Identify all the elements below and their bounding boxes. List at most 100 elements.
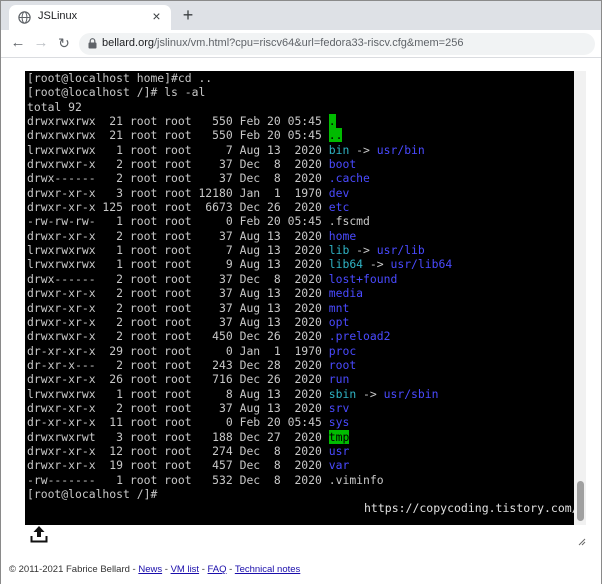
back-arrow-icon[interactable]: ← bbox=[9, 34, 27, 52]
terminal-text-segment: drwxr-xr-x 3 root root 12180 Jan 1 1970 bbox=[27, 185, 329, 200]
terminal-text-segment: -> bbox=[349, 243, 377, 258]
terminal-line: drwxrwxrwt 3 root root 188 Dec 27 2020 t… bbox=[27, 429, 452, 444]
terminal-line: dr-xr-xr-x 11 root root 0 Feb 20 05:45 s… bbox=[27, 415, 452, 429]
terminal-line: dr-xr-x--- 2 root root 243 Dec 28 2020 r… bbox=[27, 358, 452, 372]
terminal-text-segment: sys bbox=[328, 415, 350, 430]
terminal-text-segment: drwxrwxrwx 21 root root 550 Feb 20 05:45 bbox=[27, 114, 329, 129]
terminal-text-segment: lost+found bbox=[328, 271, 398, 286]
terminal-scrollbar[interactable] bbox=[574, 71, 586, 525]
terminal-text-segment: drwxrwxr-x 2 root root 450 Dec 26 2020 bbox=[27, 329, 329, 344]
page-content: [root@localhost home]#cd .. [root@localho… bbox=[1, 59, 601, 584]
terminal-text-segment: drwxr-xr-x 2 root root 37 Aug 13 2020 bbox=[27, 286, 329, 301]
terminal-text-segment: [root@localhost home]#cd .. bbox=[27, 71, 213, 85]
terminal-text-segment: mnt bbox=[328, 300, 350, 315]
terminal-line: -rw------- 1 root root 532 Dec 8 2020 .v… bbox=[27, 473, 452, 487]
terminal-line: lrwxrwxrwx 1 root root 7 Aug 13 2020 bin… bbox=[27, 143, 452, 157]
terminal-text-segment: drwx------ 2 root root 37 Dec 8 2020 bbox=[27, 171, 329, 186]
faq-link[interactable]: FAQ bbox=[208, 564, 227, 575]
upload-icon[interactable] bbox=[30, 525, 48, 543]
terminal-text-segment: .cache bbox=[328, 171, 370, 186]
watermark-text: https://copycoding.tistory.com/ bbox=[364, 501, 579, 515]
terminal-text-segment: usr/bin bbox=[376, 142, 425, 157]
news-link[interactable]: News bbox=[138, 564, 162, 575]
terminal-text-segment: dr-xr-x--- 2 root root 243 Dec 28 2020 bbox=[27, 357, 329, 372]
terminal-line: lrwxrwxrwx 1 root root 8 Aug 13 2020 sbi… bbox=[27, 387, 452, 401]
terminal-line: lrwxrwxrwx 1 root root 7 Aug 13 2020 lib… bbox=[27, 243, 452, 257]
terminal-text-segment: dev bbox=[328, 185, 350, 200]
page-footer: © 2011-2021 Fabrice Bellard - News - VM … bbox=[9, 564, 300, 575]
close-icon[interactable]: × bbox=[149, 9, 164, 24]
terminal-text-segment: tmp bbox=[328, 429, 350, 444]
terminal-text-segment: etc bbox=[328, 200, 350, 215]
terminal-text-segment: -rw-rw-rw- 1 root root 0 Feb 20 05:45 .f… bbox=[27, 214, 370, 229]
footer-separator: - bbox=[226, 564, 235, 575]
terminal-line: drwxrwxrwx 21 root root 550 Feb 20 05:45… bbox=[27, 128, 452, 143]
terminal-line: -rw-rw-rw- 1 root root 0 Feb 20 05:45 .f… bbox=[27, 214, 452, 228]
lock-icon bbox=[88, 38, 97, 49]
terminal-line: dr-xr-xr-x 29 root root 0 Jan 1 1970 pro… bbox=[27, 344, 452, 358]
terminal-line: drwxr-xr-x 19 root root 457 Dec 8 2020 v… bbox=[27, 458, 452, 472]
forward-arrow-icon[interactable]: → bbox=[32, 34, 50, 52]
terminal-text-segment: drwxrwxrwt 3 root root 188 Dec 27 2020 bbox=[27, 429, 329, 444]
terminal-line: drwx------ 2 root root 37 Dec 8 2020 los… bbox=[27, 272, 452, 286]
terminal-text-segment: -rw------- 1 root root 532 Dec 8 2020 .v… bbox=[27, 472, 384, 487]
footer-separator: - bbox=[199, 564, 208, 575]
terminal-text-segment: drwx------ 2 root root 37 Dec 8 2020 bbox=[27, 271, 329, 286]
url-path: /jslinux/vm.html?cpu=riscv64&url=fedora3… bbox=[153, 37, 464, 49]
terminal-text-segment: usr/lib bbox=[376, 243, 425, 258]
terminal-output: [root@localhost home]#cd .. [root@localho… bbox=[27, 71, 452, 501]
terminal-line: drwxr-xr-x 2 root root 37 Aug 13 2020 ho… bbox=[27, 229, 452, 243]
terminal-line: total 92 bbox=[27, 100, 452, 114]
terminal-text-segment: sbin bbox=[328, 386, 357, 401]
terminal-screen[interactable]: [root@localhost home]#cd .. [root@localho… bbox=[25, 71, 586, 525]
terminal-text-segment: drwxr-xr-x 2 root root 37 Aug 13 2020 bbox=[27, 314, 329, 329]
terminal-line: drwxr-xr-x 12 root root 274 Dec 8 2020 u… bbox=[27, 444, 452, 458]
terminal-text-segment: lib bbox=[328, 243, 350, 258]
terminal-text-segment: media bbox=[328, 286, 364, 301]
terminal-text-segment: srv bbox=[328, 400, 350, 415]
terminal-line: drwxr-xr-x 2 root root 37 Aug 13 2020 sr… bbox=[27, 401, 452, 415]
scroll-thumb[interactable] bbox=[577, 481, 584, 521]
url-text: bellard.org/jslinux/vm.html?cpu=riscv64&… bbox=[102, 37, 463, 49]
terminal-line: drwx------ 2 root root 37 Dec 8 2020 .ca… bbox=[27, 171, 452, 185]
terminal-text-segment: drwxr-xr-x 125 root root 6673 Dec 26 202… bbox=[27, 200, 329, 215]
terminal-text-segment: [root@localhost /]# bbox=[27, 486, 158, 501]
terminal-text-segment: proc bbox=[328, 343, 357, 358]
terminal-line: [root@localhost home]#cd .. bbox=[27, 71, 452, 85]
terminal-line: [root@localhost /]# bbox=[27, 487, 452, 501]
resize-grip-icon[interactable] bbox=[577, 537, 586, 546]
terminal-text-segment: run bbox=[328, 372, 350, 387]
terminal-text-segment: drwxr-xr-x 19 root root 457 Dec 8 2020 bbox=[27, 458, 329, 473]
terminal-text-segment: drwxrwxrwx 21 root root 550 Feb 20 05:45 bbox=[27, 128, 329, 143]
vm-list-link[interactable]: VM list bbox=[171, 564, 200, 575]
terminal-text-segment: lrwxrwxrwx 1 root root 7 Aug 13 2020 bbox=[27, 243, 329, 258]
terminal-text-segment: dr-xr-xr-x 29 root root 0 Jan 1 1970 bbox=[27, 343, 329, 358]
terminal-cursor bbox=[157, 487, 164, 501]
terminal-text-segment: drwxrwxr-x 2 root root 37 Dec 8 2020 bbox=[27, 157, 329, 172]
terminal-line: drwxr-xr-x 2 root root 37 Aug 13 2020 mn… bbox=[27, 301, 452, 315]
tab-strip: JSLinux × + bbox=[1, 1, 601, 30]
terminal-text-segment: bin bbox=[328, 142, 350, 157]
plus-icon[interactable]: + bbox=[179, 6, 197, 24]
terminal-text-segment: lrwxrwxrwx 1 root root 8 Aug 13 2020 bbox=[27, 386, 329, 401]
terminal-text-segment: dr-xr-xr-x 11 root root 0 Feb 20 05:45 bbox=[27, 415, 329, 430]
terminal-line: drwxrwxr-x 2 root root 450 Dec 26 2020 .… bbox=[27, 329, 452, 343]
terminal-text-segment: .preload2 bbox=[328, 329, 391, 344]
copyright-text: © 2011-2021 Fabrice Bellard - bbox=[9, 564, 139, 575]
terminal-text-segment: -> bbox=[356, 386, 384, 401]
technical-notes-link[interactable]: Technical notes bbox=[235, 564, 300, 575]
reload-icon[interactable]: ↻ bbox=[55, 34, 73, 52]
tab-title: JSLinux bbox=[38, 10, 78, 22]
terminal-line: drwxrwxrwx 21 root root 550 Feb 20 05:45… bbox=[27, 114, 452, 129]
terminal-text-segment: drwxr-xr-x 12 root root 274 Dec 8 2020 bbox=[27, 443, 329, 458]
terminal-text-segment: usr bbox=[328, 443, 350, 458]
terminal-line: [root@localhost /]# ls -al bbox=[27, 85, 452, 99]
terminal-text-segment: usr/lib64 bbox=[390, 257, 453, 272]
terminal-line: lrwxrwxrwx 1 root root 9 Aug 13 2020 lib… bbox=[27, 257, 452, 271]
terminal-text-segment: -> bbox=[349, 142, 377, 157]
tab-jslinux[interactable]: JSLinux × bbox=[9, 5, 171, 30]
terminal-text-segment: .. bbox=[328, 128, 343, 143]
terminal-text-segment: lrwxrwxrwx 1 root root 7 Aug 13 2020 bbox=[27, 142, 329, 157]
terminal-line: drwxr-xr-x 3 root root 12180 Jan 1 1970 … bbox=[27, 186, 452, 200]
address-bar[interactable]: bellard.org/jslinux/vm.html?cpu=riscv64&… bbox=[79, 33, 595, 55]
